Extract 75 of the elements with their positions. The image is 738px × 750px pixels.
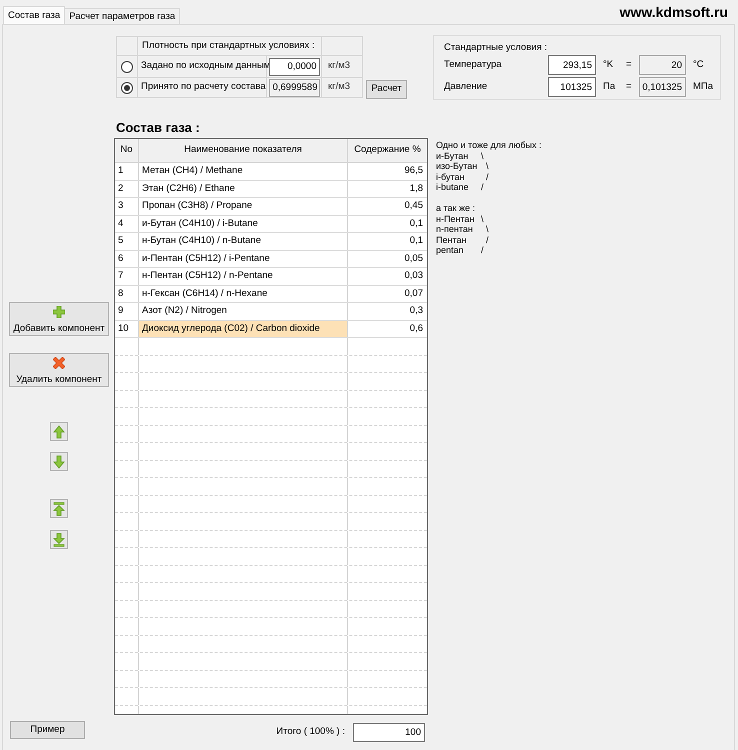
unit-label: °K — [603, 58, 614, 70]
table-cell-text: 0,3 — [408, 304, 424, 318]
plus-icon — [53, 306, 65, 318]
equals-sign: = — [626, 80, 632, 92]
x-icon — [53, 357, 65, 369]
table-cell-text: 0,1 — [408, 216, 424, 231]
table-cell[interactable]: Азот (N2) / Nitrogen — [139, 303, 348, 320]
brace-mark: / — [486, 172, 489, 182]
note-item: i-бутан — [436, 172, 464, 182]
table-cell-text: 0,6 — [408, 322, 424, 336]
table-cell-text: 96,5 — [404, 164, 424, 178]
note-item: pentan — [436, 245, 464, 255]
note-item: и-Бутан — [436, 150, 468, 160]
move-to-bottom-button[interactable] — [50, 530, 68, 549]
brace-mark: \ — [481, 214, 484, 224]
unit-label: °C — [693, 58, 704, 72]
column-header: Содержание % — [353, 143, 422, 158]
unit-label: кг/м3 — [328, 59, 350, 74]
brace-mark: / — [481, 245, 484, 256]
delete-component-button[interactable]: Удалить компонент — [9, 353, 109, 387]
unit-label: Па — [603, 80, 616, 92]
table-cell[interactable]: Диоксид углерода (C02) / Carbon dioxide — [139, 320, 348, 337]
note-heading: Одно и тоже для любых : — [436, 140, 542, 150]
note-item: i-butane — [436, 182, 469, 192]
option-label: Задано по исходным данным — [141, 59, 270, 74]
brace-mark: \ — [486, 161, 489, 172]
equals-sign: = — [626, 58, 632, 70]
brace-mark: \ — [481, 150, 484, 161]
converted-value-field[interactable]: 0,101325 — [639, 77, 686, 97]
arrow-down-to-bar-icon — [53, 532, 65, 546]
unit-label: кг/м3 — [328, 80, 350, 94]
option-label: Принято по расчету состава — [141, 80, 266, 94]
total-label: Итого ( 100% ) : — [276, 725, 345, 740]
calculate-button[interactable]: Расчет — [366, 80, 407, 99]
tab[interactable]: Расчет параметров газа — [65, 8, 180, 24]
brace-mark: / — [481, 182, 484, 192]
move-down-button[interactable] — [50, 452, 68, 471]
table-cell-text: 0,05 — [404, 252, 424, 266]
note-item: н-Пентан — [436, 214, 474, 224]
value-field[interactable]: 293,15 — [548, 55, 596, 75]
radio-button[interactable] — [121, 60, 133, 72]
value-field[interactable]: 101325 — [548, 77, 596, 97]
arrow-up-icon — [53, 424, 65, 438]
column-header: Наименование показателя — [139, 139, 348, 162]
table-cell-text: 1,8 — [408, 182, 424, 196]
column-header: No — [115, 139, 139, 162]
field-label: Давление — [444, 80, 488, 94]
tab[interactable]: Состав газа — [3, 6, 66, 24]
density-title: Плотность при стандартных условиях : — [142, 38, 315, 53]
website-label: www.kdmsoft.ru — [620, 4, 728, 20]
panel-title: Стандартные условия : — [444, 42, 547, 54]
value-field[interactable]: 0,6999589 — [268, 78, 320, 96]
total-field[interactable]: 100 — [353, 723, 425, 742]
example-button[interactable]: Пример — [10, 721, 85, 739]
arrow-down-icon — [53, 454, 65, 468]
table-cell-text: 0,1 — [408, 234, 424, 248]
brace-mark: \ — [486, 224, 489, 234]
table-cell-text: 0,45 — [404, 199, 424, 214]
section-title: Состав газа : — [116, 121, 200, 135]
radio-button[interactable] — [121, 82, 133, 94]
arrow-up-to-bar-icon — [53, 502, 65, 516]
move-up-button[interactable] — [50, 422, 68, 441]
table-cell-text: 0,03 — [404, 269, 424, 284]
unit-label: МПа — [693, 80, 714, 94]
note-item: Пентан — [436, 234, 466, 244]
add-component-button[interactable]: Добавить компонент — [9, 302, 109, 336]
brace-mark: / — [486, 234, 489, 245]
move-to-top-button[interactable] — [50, 499, 68, 518]
note-item: n-пентан — [436, 224, 473, 234]
field-label: Температура — [444, 58, 503, 72]
converted-value-field[interactable]: 20 — [639, 55, 686, 75]
table-cell-text: 0,07 — [404, 286, 424, 301]
note-heading: а так же : — [436, 203, 475, 214]
note-item: изо-Бутан — [436, 161, 478, 171]
value-field[interactable]: 0,0000 — [268, 58, 320, 76]
